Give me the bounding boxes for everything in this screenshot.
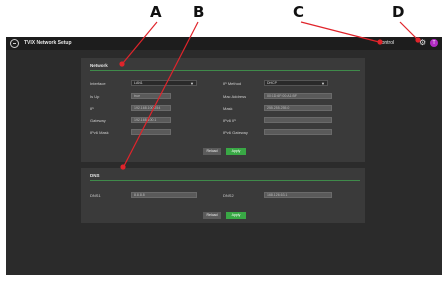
- callout-d: D: [392, 3, 405, 21]
- callout-b: B: [193, 3, 205, 21]
- ip-method-select-value: DHCP: [267, 81, 277, 85]
- mask-label: Mask: [223, 106, 233, 111]
- ip-field[interactable]: 192.168.100.254: [131, 105, 171, 111]
- callout-a: A: [150, 3, 162, 21]
- network-apply-button[interactable]: Apply: [226, 148, 246, 155]
- screenshot-stage: A B C D TVIX Network Setup Control ⚙ T N…: [0, 0, 448, 281]
- ip-label: IP: [90, 106, 94, 111]
- gateway-field[interactable]: 192.168.100.1: [131, 117, 171, 123]
- dns-title-divider: [90, 180, 360, 181]
- network-panel: Network Interface LAN1 ▼ IP Method DHCP ▼ …: [81, 58, 365, 162]
- chevron-down-icon: ▼: [190, 81, 194, 86]
- network-panel-title: Network: [90, 63, 108, 68]
- interface-label: Interface: [90, 81, 106, 86]
- app-header-bar: TVIX Network Setup Control ⚙ T: [6, 37, 442, 50]
- ipv6-gateway-label: IPv6 Gateway: [223, 130, 248, 135]
- ipv6-mask-field[interactable]: [131, 129, 171, 135]
- app-logo-icon: [10, 39, 19, 48]
- ipv6-ip-label: IPv6 IP: [223, 118, 236, 123]
- app-title: TVIX Network Setup: [24, 40, 72, 46]
- ipv6-gateway-field[interactable]: [264, 129, 332, 135]
- ip-method-label: IP Method: [223, 81, 242, 86]
- control-link[interactable]: Control: [378, 40, 394, 46]
- mac-address-label: Mac Address: [223, 94, 247, 99]
- ipv6-mask-label: IPv6 Mask: [90, 130, 109, 135]
- gear-icon[interactable]: ⚙: [419, 39, 426, 47]
- dns1-field[interactable]: 8.8.8.8: [131, 192, 197, 198]
- dns-reload-button[interactable]: Reload: [203, 212, 221, 219]
- mask-field[interactable]: 255.255.255.0: [264, 105, 332, 111]
- is-up-label: Is Up: [90, 94, 100, 99]
- chevron-down-icon: ▼: [321, 81, 325, 86]
- app-window: TVIX Network Setup Control ⚙ T Network I…: [6, 37, 442, 275]
- dns-panel-title: DNS: [90, 173, 100, 178]
- ip-method-select[interactable]: DHCP ▼: [264, 80, 328, 86]
- dns-apply-button[interactable]: Apply: [226, 212, 246, 219]
- interface-select[interactable]: LAN1 ▼: [131, 80, 197, 86]
- dns1-label: DNS1: [90, 193, 101, 198]
- interface-select-value: LAN1: [134, 81, 143, 85]
- is-up-field[interactable]: true: [131, 93, 171, 99]
- callout-c: C: [293, 3, 305, 21]
- network-reload-button[interactable]: Reload: [203, 148, 221, 155]
- dns-panel: DNS DNS1 8.8.8.8 DNS2 168.126.63.1 Reloa…: [81, 168, 365, 223]
- ipv6-ip-field[interactable]: [264, 117, 332, 123]
- dns2-field[interactable]: 168.126.63.1: [264, 192, 332, 198]
- mac-address-field[interactable]: 00:1D:6F:00:A1:BF: [264, 93, 332, 99]
- user-avatar[interactable]: T: [430, 39, 438, 47]
- network-title-divider: [90, 70, 360, 71]
- dns2-label: DNS2: [223, 193, 234, 198]
- gateway-label: Gateway: [90, 118, 106, 123]
